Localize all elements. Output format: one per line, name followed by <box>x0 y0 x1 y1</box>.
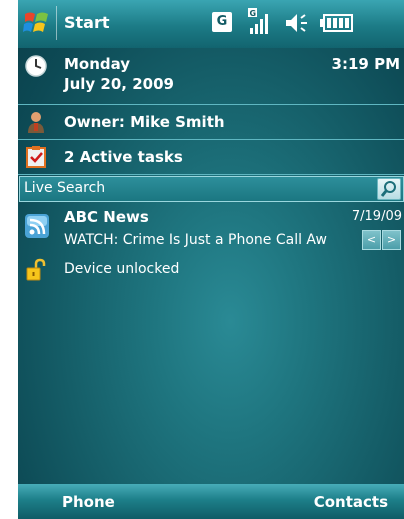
date-label: July 20, 2009 <box>64 75 174 93</box>
clock-icon <box>25 55 47 77</box>
status-bar: Start G G <box>18 0 404 48</box>
news-prev-button[interactable]: < <box>362 230 381 250</box>
time-label: 3:19 PM <box>331 55 400 73</box>
owner-icon <box>28 112 44 133</box>
tasks-label: 2 Active tasks <box>64 148 183 166</box>
news-source-label: ABC News <box>64 208 149 226</box>
softkey-bar: Phone Contacts <box>18 484 404 519</box>
news-next-button[interactable]: > <box>382 230 401 250</box>
today-screen: Start G G Monday July 20, 2009 3:19 PM O… <box>18 0 404 519</box>
battery-icon[interactable] <box>320 14 354 32</box>
day-label: Monday <box>64 55 131 73</box>
tasks-row[interactable]: 2 Active tasks <box>18 140 404 175</box>
owner-label: Owner: Mike Smith <box>64 113 225 131</box>
news-headline-container[interactable]: WATCH: Crime Is Just a Phone Call Aw <box>64 231 372 251</box>
news-headline: WATCH: Crime Is Just a Phone Call Aw <box>64 232 327 248</box>
windows-flag-icon <box>23 12 48 32</box>
live-search-box[interactable]: Live Search <box>19 176 404 202</box>
tasks-icon <box>26 146 46 168</box>
start-label: Start <box>64 13 110 32</box>
start-button[interactable]: Start <box>18 0 118 48</box>
search-label: Live Search <box>24 180 106 196</box>
search-button[interactable] <box>377 178 401 200</box>
search-icon <box>380 181 396 197</box>
network-g-icon[interactable]: G <box>212 12 232 32</box>
news-row[interactable]: ABC News 7/19/09 WATCH: Crime Is Just a … <box>18 203 404 253</box>
unlock-icon <box>26 258 46 281</box>
start-separator <box>56 6 57 40</box>
date-time-row[interactable]: Monday July 20, 2009 3:19 PM <box>18 48 404 105</box>
device-lock-row[interactable]: Device unlocked <box>18 256 404 286</box>
phone-softkey[interactable]: Phone <box>62 493 115 511</box>
news-date-label: 7/19/09 <box>351 209 402 224</box>
svg-text:G: G <box>250 9 257 18</box>
volume-icon[interactable] <box>284 10 312 36</box>
signal-icon[interactable]: G <box>248 8 276 36</box>
rss-feed-icon <box>25 214 49 238</box>
owner-row[interactable]: Owner: Mike Smith <box>18 105 404 140</box>
contacts-softkey[interactable]: Contacts <box>314 493 388 511</box>
device-status-label: Device unlocked <box>64 261 180 277</box>
